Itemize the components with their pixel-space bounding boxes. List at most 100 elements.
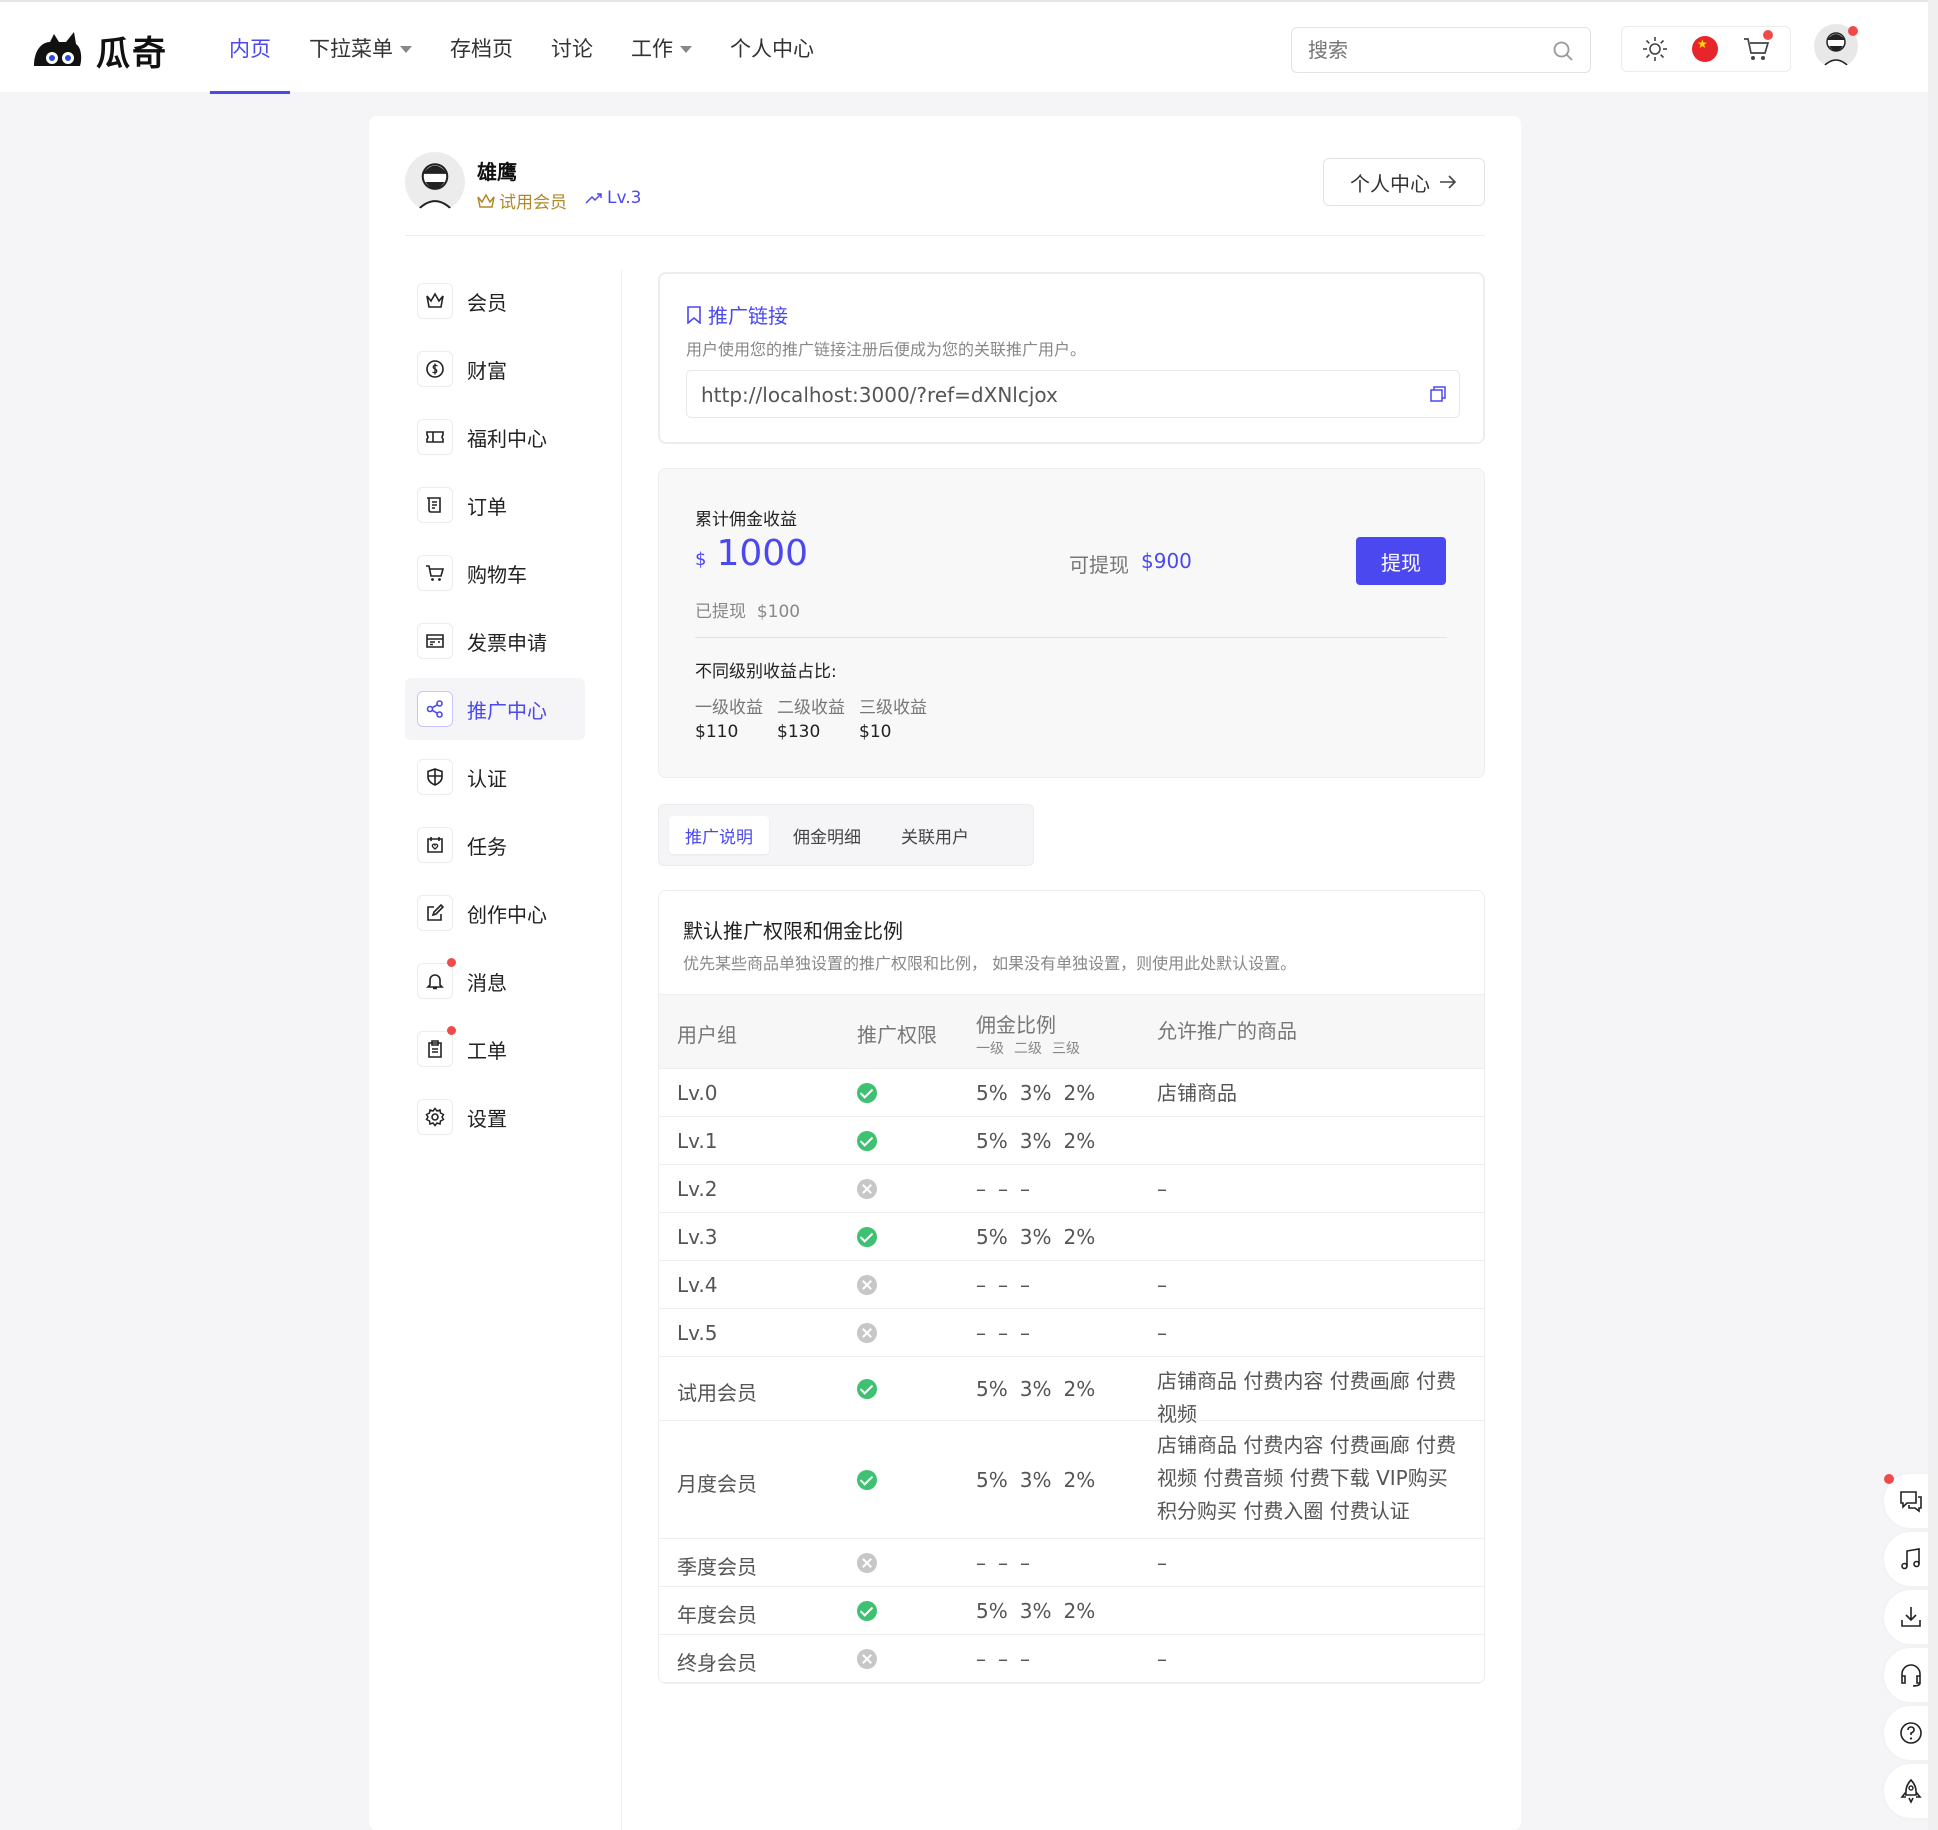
check-circle-icon (857, 1470, 877, 1490)
table-row: 年度会员 5% 3% 2% (659, 1587, 1484, 1635)
promo-link-url[interactable]: http://localhost:3000/?ref=dXNlcjox (701, 383, 1058, 407)
check-circle-icon (857, 1379, 877, 1399)
earnings-currency: $ (695, 549, 707, 570)
row-group: Lv.3 (677, 1225, 718, 1249)
row-products: – (1157, 1321, 1167, 1345)
available-label: 可提现 (1069, 553, 1129, 577)
sidebar-item-12[interactable]: 设置 (405, 1086, 585, 1148)
nav-item-4[interactable]: 工作 (612, 2, 711, 94)
rate-3: 2% (1063, 1468, 1096, 1492)
table-row: Lv.4– – – – (659, 1261, 1484, 1309)
arrow-right-icon (1440, 175, 1457, 189)
sidebar-item-9[interactable]: 创作中心 (405, 882, 585, 944)
row-rates: – – – (976, 1273, 1042, 1297)
table-row: 试用会员 5% 3% 2% 店铺商品 付费内容 付费画廊 付费视频 (659, 1357, 1484, 1426)
sidebar-item-11[interactable]: 工单 (405, 1018, 585, 1080)
top-navbar: 瓜奇 内页 下拉菜单 存档页 讨论 工作 个人中心 (0, 0, 1938, 94)
check-circle-icon (857, 1227, 877, 1247)
nav-item-5[interactable]: 个人中心 (711, 2, 833, 94)
level-earning-2: 二级收益 $130 (777, 693, 845, 742)
calendar-icon (417, 827, 453, 863)
table-body: Lv.0 5% 3% 2% 店铺商品 Lv.1 5% 3% 2% Lv.2– – – – Lv.3 5% 3%… (659, 1069, 1484, 1683)
sidebar-item-1[interactable]: 财富 (405, 338, 585, 400)
search-box[interactable] (1291, 27, 1591, 73)
row-permission (857, 1227, 877, 1252)
rate-2: 3% (1019, 1129, 1052, 1153)
table-row: Lv.3 5% 3% 2% (659, 1213, 1484, 1261)
rate-2: 3% (1019, 1081, 1052, 1105)
ratio-sub-2: 二级 (1014, 1041, 1042, 1057)
sidebar-item-8[interactable]: 任务 (405, 814, 585, 876)
sun-icon[interactable] (1641, 35, 1669, 63)
member-badge[interactable]: 试用会员 (477, 188, 567, 213)
tab-1[interactable]: 佣金明细 (777, 816, 877, 854)
cart-button[interactable] (1741, 30, 1773, 64)
profile-header: 雄鹰 试用会员 Lv.3 个人中心 (405, 152, 1485, 236)
table-header: 默认推广权限和佣金比例 优先某些商品单独设置的推广权限和比例， 如果没有单独设置… (659, 891, 1484, 995)
table-title: 默认推广权限和佣金比例 (683, 919, 903, 943)
row-group: 年度会员 (677, 1603, 757, 1627)
level-label: Lv.3 (607, 188, 642, 208)
scrollbar[interactable] (1928, 0, 1938, 1830)
col-ratio-label: 佣金比例 (976, 1013, 1056, 1037)
china-flag-icon[interactable] (1691, 36, 1718, 62)
nav-item-3[interactable]: 讨论 (532, 2, 612, 94)
avatar-face-icon (415, 163, 455, 212)
rate-1: 5% (976, 1225, 1008, 1249)
notification-dot (447, 1026, 456, 1035)
bookmark-icon (687, 305, 701, 324)
nav-item-2[interactable]: 存档页 (431, 2, 532, 94)
sidebar-item-7[interactable]: 认证 (405, 746, 585, 808)
profile-avatar[interactable] (405, 152, 465, 212)
sidebar-item-label: 创作中心 (467, 902, 547, 927)
rocket-icon (1900, 1778, 1922, 1804)
rate-2: – (998, 1177, 1008, 1201)
level-earning-value: $110 (695, 722, 739, 742)
sidebar-item-3[interactable]: 订单 (405, 474, 585, 536)
row-products: – (1157, 1273, 1167, 1297)
nav-item-1[interactable]: 下拉菜单 (290, 2, 431, 94)
sidebar-item-4[interactable]: 购物车 (405, 542, 585, 604)
level-badge[interactable]: Lv.3 (585, 188, 641, 208)
col-ratio-header: 佣金比例 一级 二级 三级 (976, 1009, 1090, 1058)
sidebar-item-label: 发票申请 (467, 630, 547, 655)
row-rates: – – – (976, 1321, 1042, 1345)
sidebar-item-0[interactable]: 会员 (405, 270, 585, 332)
rate-2: – (998, 1647, 1008, 1671)
edit-icon (417, 895, 453, 931)
rate-1: – (976, 1551, 986, 1575)
rate-1: 5% (976, 1599, 1008, 1623)
copy-icon[interactable] (1429, 385, 1447, 403)
rate-1: 5% (976, 1129, 1008, 1153)
personal-center-button[interactable]: 个人中心 (1323, 158, 1485, 206)
earnings-total: $ 1000 (695, 533, 808, 574)
sidebar-item-2[interactable]: 福利中心 (405, 406, 585, 468)
tab-2[interactable]: 关联用户 (885, 816, 985, 854)
sidebar-item-label: 福利中心 (467, 426, 547, 451)
crown-icon (477, 192, 495, 208)
member-label: 试用会员 (499, 193, 567, 213)
nav-item-label: 工作 (631, 37, 673, 61)
rate-1: 5% (976, 1468, 1008, 1492)
sidebar-item-6[interactable]: 推广中心 (405, 678, 585, 740)
search-icon[interactable] (1552, 40, 1574, 62)
sidebar-item-5[interactable]: 发票申请 (405, 610, 585, 672)
sidebar-item-10[interactable]: 消息 (405, 950, 585, 1012)
col-products-header: 允许推广的商品 (1157, 1019, 1297, 1043)
nav-item-0[interactable]: 内页 (210, 2, 290, 94)
rate-1: – (976, 1321, 986, 1345)
brand-logo[interactable]: 瓜奇 (30, 26, 168, 75)
search-input[interactable] (1292, 28, 1532, 72)
rate-2: 3% (1019, 1377, 1052, 1401)
withdraw-button[interactable]: 提现 (1356, 537, 1446, 585)
x-circle-icon (857, 1553, 877, 1573)
x-circle-icon (857, 1179, 877, 1199)
toolbar-group (1621, 26, 1791, 72)
sidebar-item-label: 认证 (467, 766, 507, 791)
sidebar-item-label: 消息 (467, 970, 507, 995)
row-group: 月度会员 (677, 1472, 757, 1496)
promo-link-field[interactable]: http://localhost:3000/?ref=dXNlcjox (686, 370, 1460, 418)
earnings-panel: 累计佣金收益 $ 1000 已提现 $100 可提现 $900 提现 不同级别收… (658, 468, 1485, 778)
tab-0[interactable]: 推广说明 (669, 816, 769, 854)
sidebar-item-label: 财富 (467, 358, 507, 383)
